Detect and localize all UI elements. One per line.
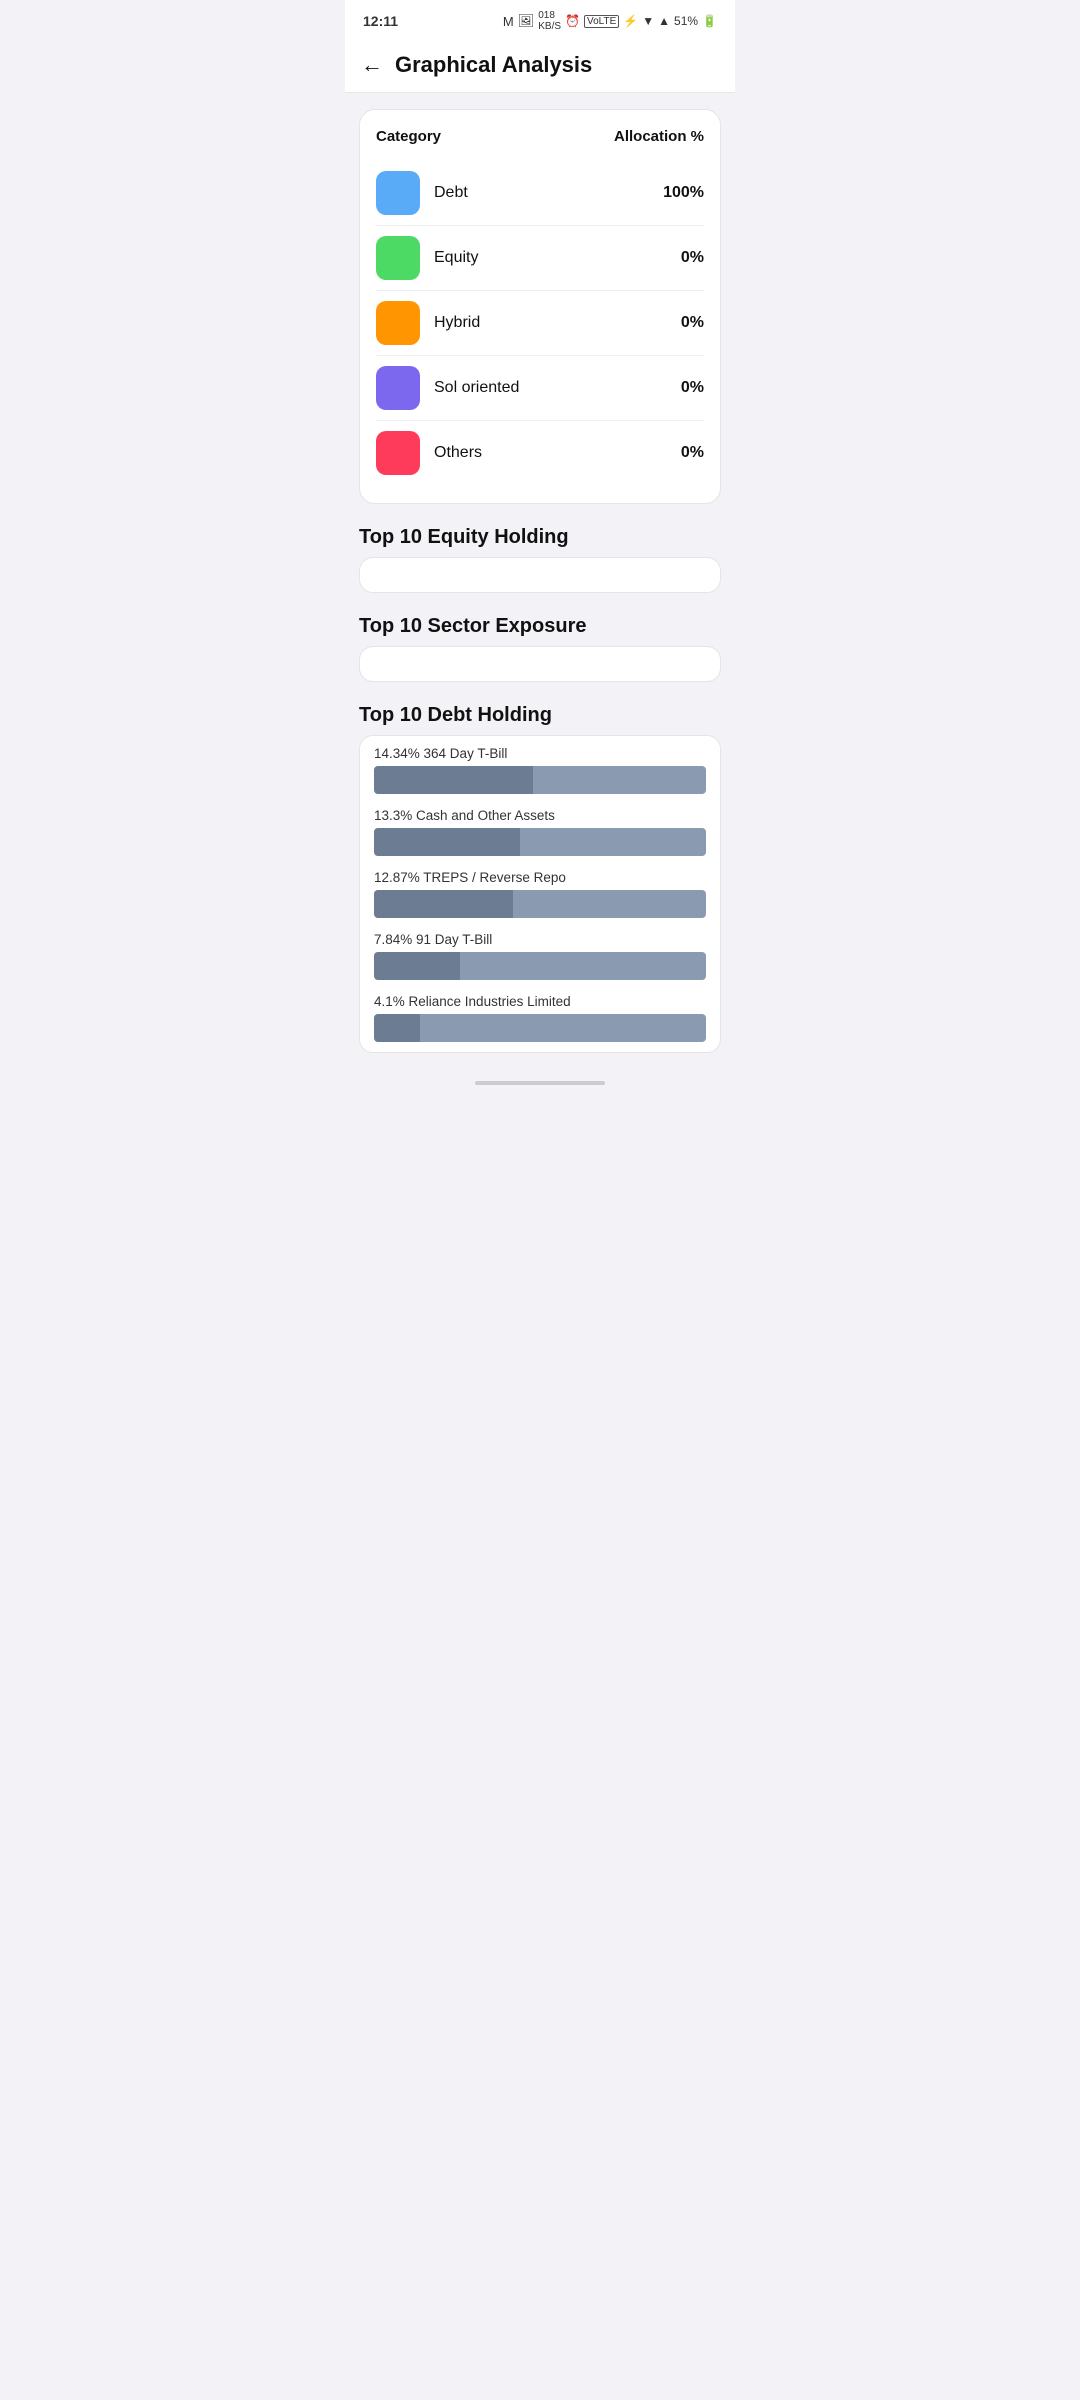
data-speed: 018KB/S xyxy=(538,10,561,32)
category-color-box xyxy=(376,236,420,280)
debt-item: 13.3% Cash and Other Assets xyxy=(374,808,706,856)
scroll-indicator xyxy=(359,1071,721,1089)
debt-section: Top 10 Debt Holding 14.34% 364 Day T-Bil… xyxy=(359,700,721,1053)
debt-bar-container xyxy=(374,828,706,856)
allocation-column-header: Allocation % xyxy=(614,128,704,145)
debt-bar-container xyxy=(374,766,706,794)
category-color-box xyxy=(376,171,420,215)
main-content: Category Allocation % Debt 100% Equity 0… xyxy=(345,93,735,1105)
debt-bar-fill xyxy=(374,952,460,980)
category-name: Equity xyxy=(434,249,478,267)
sector-section-title: Top 10 Sector Exposure xyxy=(359,611,721,646)
debt-bar-label: 14.34% 364 Day T-Bill xyxy=(374,746,706,761)
status-icons: M 🖼 018KB/S ⏰ VoLTE ⚡ ▼ ▲ 51% 🔋 xyxy=(503,10,717,32)
allocation-value: 0% xyxy=(681,249,704,267)
debt-bar-label: 12.87% TREPS / Reverse Repo xyxy=(374,870,706,885)
gmail-icon: M xyxy=(503,14,514,29)
wifi-icon: ▼ xyxy=(642,14,654,28)
allocation-value: 0% xyxy=(681,314,704,332)
status-time: 12:11 xyxy=(363,13,398,29)
allocation-value: 0% xyxy=(681,379,704,397)
category-row-left: Equity xyxy=(376,236,478,280)
category-table-header: Category Allocation % xyxy=(376,128,704,145)
category-name: Debt xyxy=(434,184,468,202)
category-name: Sol oriented xyxy=(434,379,519,397)
category-color-box xyxy=(376,301,420,345)
page-title: Graphical Analysis xyxy=(395,52,592,78)
equity-empty-card xyxy=(359,557,721,593)
volte-icon: VoLTE xyxy=(584,15,619,28)
debt-bar-container xyxy=(374,890,706,918)
category-row-left: Debt xyxy=(376,171,468,215)
sector-empty-card xyxy=(359,646,721,682)
category-row: Others 0% xyxy=(376,421,704,485)
category-name: Hybrid xyxy=(434,314,480,332)
alarm-icon: ⏰ xyxy=(565,14,580,28)
category-color-box xyxy=(376,431,420,475)
page-header: ← Graphical Analysis xyxy=(345,38,735,93)
debt-section-title: Top 10 Debt Holding xyxy=(359,700,721,735)
debt-item: 14.34% 364 Day T-Bill xyxy=(374,746,706,794)
photo-icon: 🖼 xyxy=(518,13,535,29)
allocation-value: 0% xyxy=(681,444,704,462)
category-rows-container: Debt 100% Equity 0% Hybrid 0% Sol orient… xyxy=(376,161,704,485)
signal-icon: ▲ xyxy=(658,14,670,28)
debt-bar-label: 7.84% 91 Day T-Bill xyxy=(374,932,706,947)
category-row: Hybrid 0% xyxy=(376,291,704,356)
debt-item: 12.87% TREPS / Reverse Repo xyxy=(374,870,706,918)
battery-level: 51% xyxy=(674,14,698,28)
category-color-box xyxy=(376,366,420,410)
debt-item: 4.1% Reliance Industries Limited xyxy=(374,994,706,1042)
bluetooth-icon: ⚡ xyxy=(623,14,638,28)
category-column-header: Category xyxy=(376,128,441,145)
debt-item: 7.84% 91 Day T-Bill xyxy=(374,932,706,980)
debt-bar-fill xyxy=(374,890,513,918)
status-bar: 12:11 M 🖼 018KB/S ⏰ VoLTE ⚡ ▼ ▲ 51% 🔋 xyxy=(345,0,735,38)
category-row: Sol oriented 0% xyxy=(376,356,704,421)
debt-bar-fill xyxy=(374,766,533,794)
category-row-left: Others xyxy=(376,431,482,475)
debt-bar-label: 13.3% Cash and Other Assets xyxy=(374,808,706,823)
category-row-left: Sol oriented xyxy=(376,366,519,410)
debt-bar-fill xyxy=(374,828,520,856)
battery-icon: 🔋 xyxy=(702,14,717,28)
category-name: Others xyxy=(434,444,482,462)
equity-section-title: Top 10 Equity Holding xyxy=(359,522,721,557)
debt-bar-label: 4.1% Reliance Industries Limited xyxy=(374,994,706,1009)
category-allocation-card: Category Allocation % Debt 100% Equity 0… xyxy=(359,109,721,504)
allocation-value: 100% xyxy=(663,184,704,202)
debt-bar-container xyxy=(374,1014,706,1042)
category-row-left: Hybrid xyxy=(376,301,480,345)
scroll-bar xyxy=(475,1081,605,1085)
debt-items-wrapper: 14.34% 364 Day T-Bill 13.3% Cash and Oth… xyxy=(359,735,721,1053)
sector-section: Top 10 Sector Exposure xyxy=(359,611,721,682)
back-button[interactable]: ← xyxy=(361,54,383,76)
debt-bar-fill xyxy=(374,1014,420,1042)
category-row: Debt 100% xyxy=(376,161,704,226)
category-row: Equity 0% xyxy=(376,226,704,291)
equity-section: Top 10 Equity Holding xyxy=(359,522,721,593)
debt-bar-container xyxy=(374,952,706,980)
